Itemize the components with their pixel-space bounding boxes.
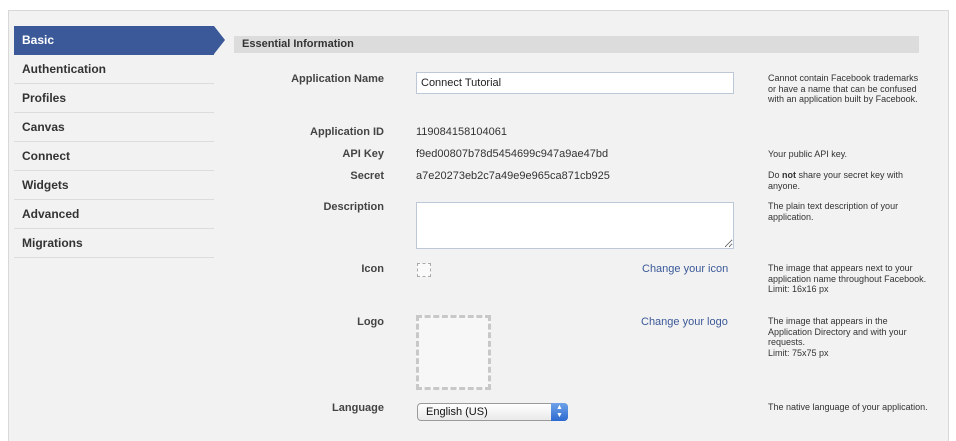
secret-help: Do not share your secret key with anyone… bbox=[768, 170, 928, 191]
description-textarea[interactable] bbox=[416, 202, 734, 249]
change-logo-link[interactable]: Change your logo bbox=[641, 316, 728, 328]
language-select-value: English (US) bbox=[426, 406, 488, 418]
app-name-help: Cannot contain Facebook trademarks or ha… bbox=[768, 73, 919, 104]
logo-help: The image that appears in the Applicatio… bbox=[768, 316, 928, 358]
secret-help-bold: not bbox=[782, 170, 797, 180]
sidebar-item-canvas[interactable]: Canvas bbox=[14, 113, 214, 142]
app-icon-placeholder bbox=[417, 263, 431, 277]
logo-limit: Limit: 75x75 px bbox=[768, 347, 829, 358]
logo-label: Logo bbox=[357, 316, 384, 328]
sidebar-item-profiles[interactable]: Profiles bbox=[14, 84, 214, 113]
icon-help: The image that appears next to your appl… bbox=[768, 263, 928, 295]
change-icon-link[interactable]: Change your icon bbox=[642, 263, 728, 275]
sidebar-nav: Basic Authentication Profiles Canvas Con… bbox=[14, 26, 225, 258]
description-label: Description bbox=[323, 201, 384, 213]
sidebar-item-connect[interactable]: Connect bbox=[14, 142, 214, 171]
language-select[interactable]: English (US) ▲ ▼ bbox=[417, 403, 568, 421]
api-key-help: Your public API key. bbox=[768, 149, 848, 159]
app-id-label: Application ID bbox=[310, 126, 384, 138]
api-key-label: API Key bbox=[342, 148, 384, 160]
icon-limit: Limit: 16x16 px bbox=[768, 284, 829, 294]
api-key-value: f9ed00807b78d5454699c947a9ae47bd bbox=[416, 148, 609, 160]
secret-value: a7e20273eb2c7a49e9e965ca871cb925 bbox=[416, 170, 610, 182]
app-name-label: Application Name bbox=[291, 73, 384, 85]
section-title: Essential Information bbox=[234, 36, 919, 53]
sidebar-item-authentication[interactable]: Authentication bbox=[14, 55, 214, 84]
language-help: The native language of your application. bbox=[768, 402, 928, 412]
sidebar-item-basic[interactable]: Basic bbox=[14, 26, 225, 55]
language-label: Language bbox=[332, 402, 384, 414]
sidebar-item-widgets[interactable]: Widgets bbox=[14, 171, 214, 200]
app-id-value: 119084158104061 bbox=[416, 126, 507, 138]
description-help: The plain text description of your appli… bbox=[768, 201, 899, 222]
app-logo-placeholder bbox=[416, 315, 491, 390]
logo-help-text: The image that appears in the Applicatio… bbox=[768, 316, 907, 347]
updown-arrow-icon: ▲ ▼ bbox=[551, 403, 568, 421]
secret-help-pre: Do bbox=[768, 170, 783, 180]
secret-label: Secret bbox=[350, 170, 384, 182]
icon-label: Icon bbox=[361, 263, 384, 275]
app-name-input[interactable] bbox=[416, 72, 734, 94]
sidebar-item-migrations[interactable]: Migrations bbox=[14, 229, 214, 258]
sidebar-item-advanced[interactable]: Advanced bbox=[14, 200, 214, 229]
icon-help-text: The image that appears next to your appl… bbox=[768, 263, 927, 284]
